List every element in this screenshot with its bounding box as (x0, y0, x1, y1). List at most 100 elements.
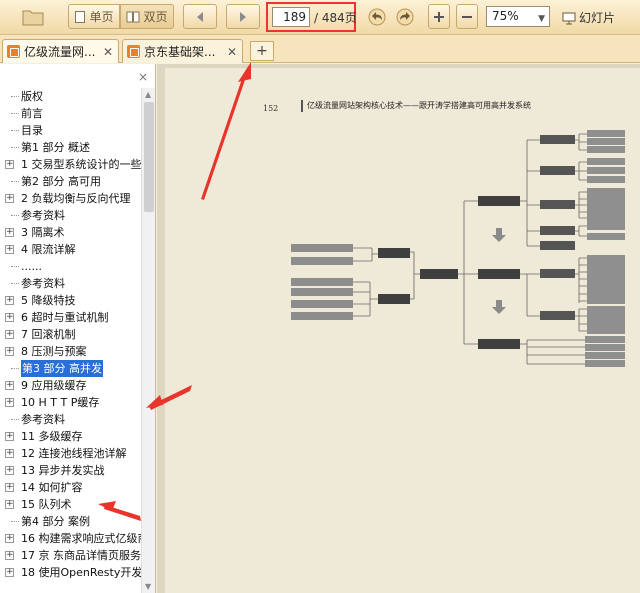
outline-item[interactable]: ...... (0, 258, 141, 275)
outline-item[interactable]: 参考资料 (0, 207, 141, 224)
outline-item[interactable]: 第2 部分 高可用 (0, 173, 141, 190)
outline-item[interactable]: +11 多级缓存 (0, 428, 141, 445)
document-page: 152 亿级流量网站架构核心技术——跟开涛学搭建高可用高并发系统 (165, 68, 640, 593)
expand-icon[interactable]: + (5, 432, 14, 441)
expand-icon[interactable]: + (5, 466, 14, 475)
forward-button[interactable] (393, 4, 417, 29)
outline-item[interactable]: +13 异步并发实战 (0, 462, 141, 479)
outline-item[interactable]: +7 回滚机制 (0, 326, 141, 343)
outline-sidebar: × 版权 前言 目录 第1 部分 概述 +1 交易型系统设计的一些原 第2 部分 高可用 +… (0, 64, 156, 593)
outline-item[interactable]: 参考资料 (0, 411, 141, 428)
scroll-down-icon[interactable]: ▼ (145, 582, 151, 591)
outline-item[interactable]: +5 降级特技 (0, 292, 141, 309)
back-button[interactable] (365, 4, 389, 29)
tree-connector (11, 130, 19, 131)
expand-icon[interactable]: + (5, 568, 14, 577)
outline-item-label: 2 负载均衡与反向代理 (21, 192, 131, 205)
outline-item[interactable]: +8 压测与预案 (0, 343, 141, 360)
double-page-button[interactable]: 双页 (120, 4, 174, 29)
outline-item[interactable]: +10 H T T P缓存 (0, 394, 141, 411)
outline-item[interactable]: 版权 (0, 88, 141, 105)
expand-icon[interactable]: + (5, 500, 14, 509)
next-page-button[interactable] (226, 4, 260, 29)
outline-item-label: 5 降级特技 (21, 294, 76, 307)
scroll-up-icon[interactable]: ▲ (145, 90, 151, 99)
outline-item[interactable]: 第1 部分 概述 (0, 139, 141, 156)
open-folder-button[interactable] (18, 4, 48, 29)
expand-icon[interactable]: + (5, 347, 14, 356)
expand-icon[interactable]: + (5, 381, 14, 390)
outline-item[interactable]: +16 构建需求响应式亿级商 (0, 530, 141, 547)
expand-icon[interactable]: + (5, 534, 14, 543)
outline-item-label: 第3 部分 高并发 (21, 360, 103, 377)
outline-item[interactable]: +15 队列术 (0, 496, 141, 513)
outline-item[interactable]: +18 使用OpenResty开发高 (0, 564, 141, 581)
close-icon[interactable]: ✕ (103, 45, 113, 59)
outline-item[interactable]: 前言 (0, 105, 141, 122)
outline-item[interactable]: +17 京 东商品详情页服务闭 (0, 547, 141, 564)
folder-icon (22, 10, 44, 25)
outline-item[interactable]: 第3 部分 高并发 (0, 360, 141, 377)
outline-item[interactable]: +9 应用级缓存 (0, 377, 141, 394)
expand-icon[interactable]: + (5, 449, 14, 458)
outline-item-label: 4 限流详解 (21, 243, 76, 256)
previous-page-button[interactable] (183, 4, 217, 29)
single-page-button[interactable]: 单页 (68, 4, 120, 29)
expand-icon[interactable]: + (5, 398, 14, 407)
tree-connector (11, 113, 19, 114)
toolbar: 单页 双页 189 / 484页 75% ▼ 幻灯片 (0, 0, 640, 35)
outline-item[interactable]: +1 交易型系统设计的一些原 (0, 156, 141, 173)
outline-item-label: 3 隔离术 (21, 226, 65, 239)
expand-icon[interactable]: + (5, 551, 14, 560)
close-icon[interactable]: ✕ (227, 45, 237, 59)
slideshow-button[interactable]: 幻灯片 (562, 9, 615, 26)
outline-item[interactable]: +4 限流详解 (0, 241, 141, 258)
outline-item-label: 1 交易型系统设计的一些原 (21, 158, 141, 171)
expand-icon[interactable]: + (5, 160, 14, 169)
outline-item[interactable]: +14 如何扩容 (0, 479, 141, 496)
zoom-in-button[interactable] (428, 4, 450, 29)
single-page-icon (75, 10, 86, 23)
expand-icon[interactable]: + (5, 245, 14, 254)
tree-connector (11, 283, 19, 284)
minus-icon (462, 15, 472, 18)
zoom-out-button[interactable] (456, 4, 478, 29)
close-icon[interactable]: × (138, 70, 148, 84)
expand-icon[interactable]: + (5, 483, 14, 492)
double-page-icon (126, 11, 140, 22)
tree-connector (11, 266, 19, 267)
outline-item[interactable]: +6 超时与重试机制 (0, 309, 141, 326)
undo-arrow-icon (368, 8, 386, 25)
expand-icon[interactable]: + (5, 296, 14, 305)
single-page-label: 单页 (89, 10, 114, 24)
outline-item[interactable]: 参考资料 (0, 275, 141, 292)
page-number-input[interactable]: 189 (272, 7, 310, 27)
outline-item[interactable]: 目录 (0, 122, 141, 139)
expand-icon[interactable]: + (5, 194, 14, 203)
outline-item-label: 参考资料 (21, 277, 65, 290)
outline-item-label: 18 使用OpenResty开发高 (21, 566, 141, 579)
expand-icon[interactable]: + (5, 330, 14, 339)
outline-item-label: 目录 (21, 124, 43, 137)
outline-item-label: ...... (21, 260, 42, 273)
outline-item[interactable]: +2 负载均衡与反向代理 (0, 190, 141, 207)
outline-item[interactable]: 第4 部分 案例 (0, 513, 141, 530)
expand-icon[interactable]: + (5, 228, 14, 237)
expand-icon[interactable]: + (5, 313, 14, 322)
outline-item-label: 9 应用级缓存 (21, 379, 87, 392)
new-tab-button[interactable]: + (250, 41, 274, 61)
sidebar-scrollbar[interactable]: ▲ ▼ (141, 88, 155, 593)
scrollbar-thumb[interactable] (144, 102, 154, 212)
triangle-right-icon (240, 11, 246, 22)
double-page-label: 双页 (143, 10, 168, 24)
outline-item[interactable]: +3 隔离术 (0, 224, 141, 241)
tab-label: 京东基础架... (144, 45, 216, 59)
outline-item-label: 第4 部分 案例 (21, 515, 90, 528)
zoom-select[interactable]: 75% ▼ (486, 6, 550, 27)
outline-item[interactable]: +12 连接池线程池详解 (0, 445, 141, 462)
outline-list: 版权 前言 目录 第1 部分 概述 +1 交易型系统设计的一些原 第2 部分 高可用 +2 … (0, 88, 141, 581)
document-view[interactable]: 152 亿级流量网站架构核心技术——跟开涛学搭建高可用高并发系统 (157, 64, 640, 593)
tab-document-2[interactable]: 京东基础架... ✕ (122, 39, 243, 63)
tree-connector (11, 419, 19, 420)
tab-document-1[interactable]: 亿级流量网... ✕ (2, 39, 119, 63)
